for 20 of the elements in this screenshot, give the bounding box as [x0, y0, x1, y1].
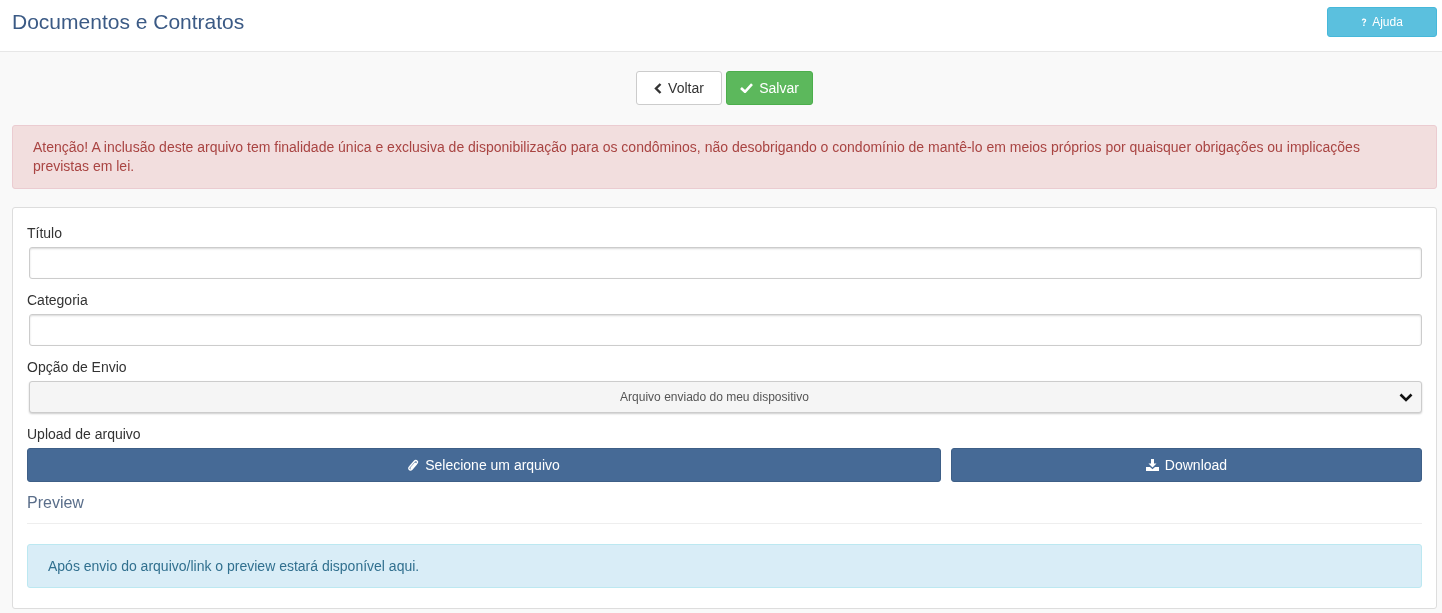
checkmark-icon — [740, 83, 754, 93]
field-label: Opção de Envio — [27, 359, 128, 375]
text-input-field[interactable] — [29, 247, 1422, 279]
download-icon — [1145, 459, 1159, 471]
select-dropdown[interactable]: Arquivo enviado do meu dispositivo — [29, 381, 1422, 413]
field-label: Upload de arquivo — [27, 426, 142, 442]
paperclip-icon — [408, 458, 420, 472]
download-button[interactable]: Download — [951, 448, 1422, 482]
chevron-left-icon — [654, 82, 663, 94]
field-label: Título — [27, 225, 63, 241]
warning-message: Atenção! A inclusão deste arquivo tem finalidade única e exclusiva de disponibilização para os condôminos, não desobrigando o condomínio de mantê-lo em meios próprios por quaisquer obrigações ou implicações previstas em lei. — [12, 125, 1437, 189]
page-title: Documentos e Contratos — [12, 9, 245, 34]
chevron-down-icon — [1399, 392, 1413, 402]
preview-info-message: Após envio do arquivo/link o preview estará disponível aqui. — [27, 544, 1422, 588]
field-label: Categoria — [27, 292, 89, 308]
text-input-field[interactable] — [29, 314, 1422, 346]
help-icon — [1361, 17, 1368, 27]
select-file-button[interactable]: Selecione um arquivo — [27, 448, 941, 482]
back-button[interactable]: Voltar — [636, 71, 722, 105]
preview-heading: Preview — [27, 494, 1422, 524]
